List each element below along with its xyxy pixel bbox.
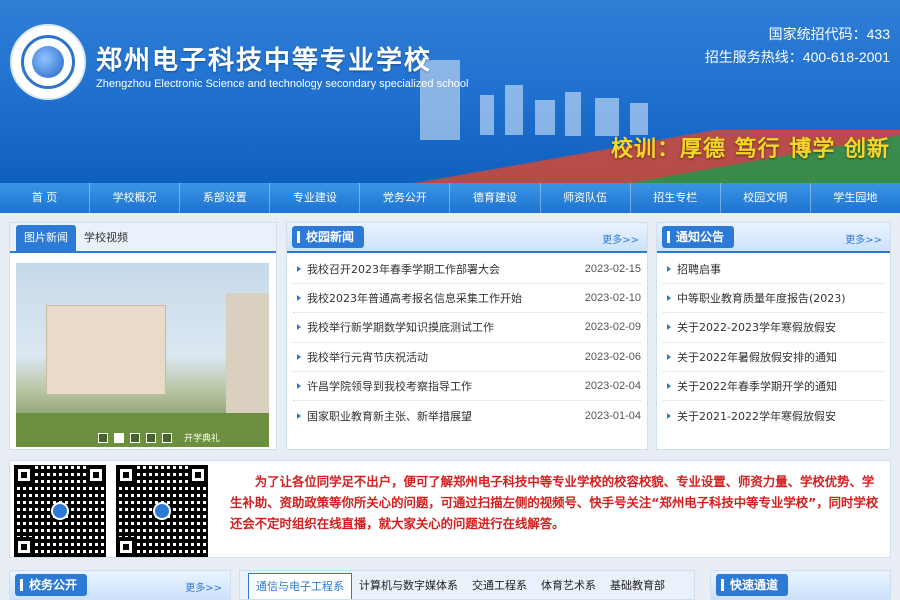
campus-news-title: 校园新闻	[292, 226, 365, 248]
notice-title: 通知公告	[662, 226, 735, 248]
nav-moral-education[interactable]: 德育建设	[450, 183, 541, 213]
bullet-icon	[667, 324, 671, 331]
school-name: 郑州电子科技中等专业学校	[96, 46, 433, 76]
school-affairs-more-link[interactable]: 更多>>	[185, 579, 222, 594]
main-nav: 首 页 学校概况 系部设置 专业建设 党务公开 德育建设 师资队伍 招生专栏 校…	[0, 183, 900, 213]
nav-campus-culture[interactable]: 校园文明	[721, 183, 811, 213]
notice-panel: 通知公告 更多>> 招聘启事 中等职业教育质量年度报告(2023) 关于2022…	[656, 222, 891, 450]
school-motto: 校训：厚德 笃行 博学 创新	[611, 137, 890, 162]
nav-student-garden[interactable]: 学生园地	[811, 183, 900, 213]
bullet-icon	[297, 266, 301, 273]
page: 郑州电子科技中等专业学校 Zhengzhou Electronic Scienc…	[0, 0, 900, 600]
bullet-icon	[667, 382, 671, 389]
news-photo[interactable]: 开学典礼	[16, 263, 269, 447]
list-item[interactable]: 我校召开2023年春季学期工作部署大会 2023-02-15	[293, 255, 641, 285]
campus-news-panel: 校园新闻 更多>> 我校召开2023年春季学期工作部署大会 2023-02-15 …	[286, 222, 648, 450]
list-item[interactable]: 国家职业教育新主张、新举措展望 2023-01-04	[293, 401, 641, 430]
list-item[interactable]: 关于2022年春季学期开学的通知	[663, 372, 884, 401]
slide-dot[interactable]	[98, 433, 108, 443]
school-affairs-header: 校务公开 更多>>	[10, 571, 230, 599]
slide-dot[interactable]	[114, 433, 124, 443]
qr-notice-text: 为了让各位同学足不出户，便可了解郑州电子科技中等专业学校的校容校貌、专业设置、师…	[230, 474, 879, 531]
bullet-icon	[297, 412, 301, 419]
video-channel-qr-code	[14, 465, 106, 557]
tab-communication-electronics[interactable]: 通信与电子工程系	[248, 573, 352, 599]
slide-dot[interactable]	[130, 433, 140, 443]
bullet-icon	[297, 353, 301, 360]
photo-caption: 开学典礼	[184, 434, 221, 444]
list-item[interactable]: 关于2021-2022学年寒假放假安	[663, 401, 884, 430]
school-name-en: Zhengzhou Electronic Science and technol…	[96, 78, 469, 90]
list-item[interactable]: 我校举行元宵节庆祝活动 2023-02-06	[293, 343, 641, 372]
tab-basic-education[interactable]: 基础教育部	[603, 573, 672, 599]
photo-tabs: 图片新闻 学校视频	[10, 223, 276, 253]
bullet-icon	[667, 353, 671, 360]
quick-access-title: 快速通道	[716, 574, 789, 596]
school-logo[interactable]	[10, 24, 86, 100]
campus-news-more-link[interactable]: 更多>>	[602, 231, 639, 246]
campus-news-header: 校园新闻 更多>>	[287, 223, 647, 253]
list-item[interactable]: 我校举行新学期数学知识摸底测试工作 2023-02-09	[293, 313, 641, 343]
nav-majors[interactable]: 专业建设	[270, 183, 361, 213]
admission-hotline: 招生服务热线：400-618-2001	[704, 49, 890, 65]
bullet-icon	[297, 382, 301, 389]
bullet-icon	[667, 412, 671, 419]
list-item[interactable]: 招聘启事	[663, 255, 884, 285]
notice-more-link[interactable]: 更多>>	[845, 231, 882, 246]
nav-departments[interactable]: 系部设置	[180, 183, 271, 213]
notice-list: 招聘启事 中等职业教育质量年度报告(2023) 关于2022-2023学年寒假放…	[657, 253, 890, 430]
bullet-icon	[297, 295, 301, 302]
photo-news-panel: 图片新闻 学校视频 开学典礼	[9, 222, 277, 450]
nav-overview[interactable]: 学校概况	[90, 183, 181, 213]
qr-section: 为了让各位同学足不出户，便可了解郑州电子科技中等专业学校的校容校貌、专业设置、师…	[9, 460, 891, 558]
list-item[interactable]: 关于2022年暑假放假安排的通知	[663, 343, 884, 372]
kuaishou-qr-code	[116, 465, 208, 557]
notice-header: 通知公告 更多>>	[657, 223, 890, 253]
nav-faculty[interactable]: 师资队伍	[541, 183, 631, 213]
bullet-icon	[667, 266, 671, 273]
list-item[interactable]: 我校2023年普通高考报名信息采集工作开始 2023-02-10	[293, 284, 641, 314]
campus-news-list: 我校召开2023年春季学期工作部署大会 2023-02-15 我校2023年普通高…	[287, 253, 647, 430]
tab-sports-arts[interactable]: 体育艺术系	[534, 573, 603, 599]
quick-access-panel: 快速通道	[710, 570, 891, 600]
list-item[interactable]: 中等职业教育质量年度报告(2023)	[663, 284, 884, 314]
list-item[interactable]: 关于2022-2023学年寒假放假安	[663, 313, 884, 343]
quick-access-header: 快速通道	[711, 571, 890, 599]
tab-school-video[interactable]: 学校视频	[76, 225, 136, 251]
department-tabs: 通信与电子工程系 计算机与数字媒体系 交通工程系 体育艺术系 基础教育部	[240, 571, 694, 599]
nav-home[interactable]: 首 页	[0, 183, 91, 213]
tab-computer-digital-media[interactable]: 计算机与数字媒体系	[352, 573, 465, 599]
nav-admissions[interactable]: 招生专栏	[631, 183, 721, 213]
nav-party-affairs[interactable]: 党务公开	[360, 183, 451, 213]
departments-panel: 通信与电子工程系 计算机与数字媒体系 交通工程系 体育艺术系 基础教育部	[239, 570, 695, 600]
slide-dot[interactable]	[162, 433, 172, 443]
school-affairs-panel: 校务公开 更多>>	[9, 570, 231, 600]
admission-code: 国家统招代码：433	[768, 26, 890, 42]
list-item[interactable]: 许昌学院领导到我校考察指导工作 2023-02-04	[293, 372, 641, 401]
bullet-icon	[297, 324, 301, 331]
bullet-icon	[667, 295, 671, 302]
slide-dots	[98, 433, 172, 443]
header-banner: 郑州电子科技中等专业学校 Zhengzhou Electronic Scienc…	[0, 0, 900, 183]
slide-dot[interactable]	[146, 433, 156, 443]
school-affairs-title: 校务公开	[15, 574, 88, 596]
tab-photo-news[interactable]: 图片新闻	[16, 225, 76, 251]
tab-traffic-engineering[interactable]: 交通工程系	[465, 573, 534, 599]
